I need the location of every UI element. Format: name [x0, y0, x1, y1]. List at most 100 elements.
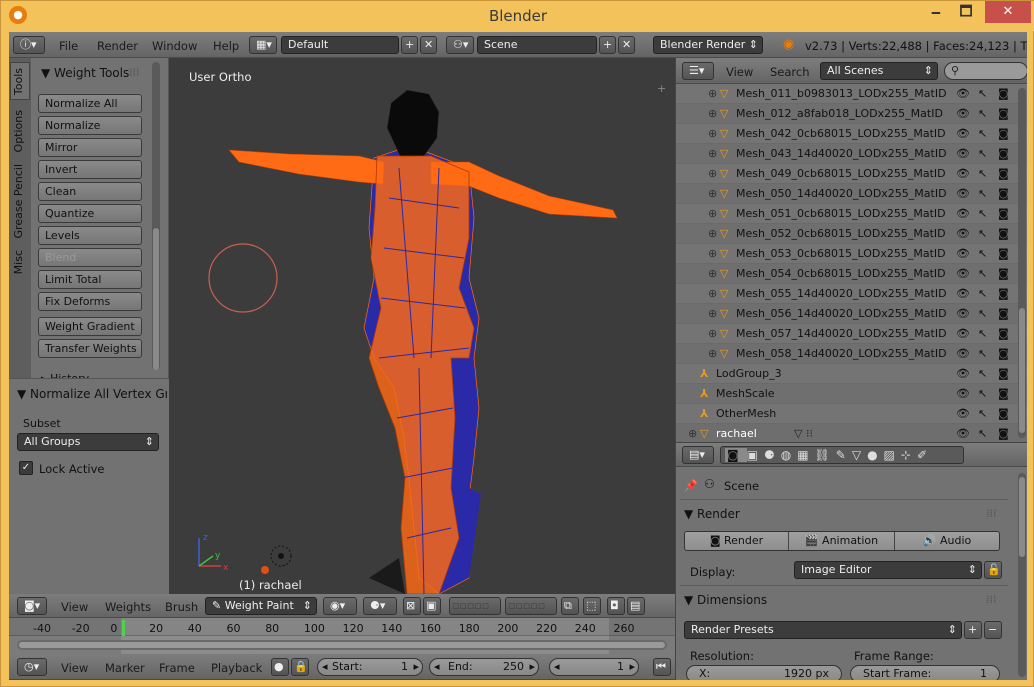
- cursor-icon[interactable]: ↖: [978, 404, 987, 424]
- menu-outliner-view[interactable]: View: [726, 65, 753, 79]
- add-preset-icon[interactable]: +: [964, 621, 982, 639]
- eye-icon[interactable]: 👁: [956, 424, 970, 442]
- render-region-icon[interactable]: ⬚: [583, 597, 601, 615]
- expand-icon[interactable]: ⊕: [708, 344, 717, 364]
- render-panel-title[interactable]: ▼ Render: [684, 507, 740, 521]
- outliner-row[interactable]: ⅄ OtherMesh 👁 ↖ ◙: [676, 404, 1027, 424]
- tool-button-fix-deforms[interactable]: Fix Deforms: [38, 292, 142, 311]
- editor-type-3d-icon[interactable]: ◙▾: [17, 597, 47, 615]
- eye-icon[interactable]: 👁: [956, 244, 970, 264]
- expand-icon[interactable]: ⊕: [708, 104, 717, 124]
- expand-icon[interactable]: ⊕: [708, 264, 717, 284]
- expand-icon[interactable]: ⊕: [708, 124, 717, 144]
- add-layout-icon[interactable]: +: [401, 36, 418, 54]
- eye-icon[interactable]: 👁: [956, 104, 970, 124]
- display-select[interactable]: Image Editor ⇕: [794, 561, 982, 579]
- camera-render-icon[interactable]: ◙: [998, 344, 1009, 364]
- cursor-icon[interactable]: ↖: [978, 324, 987, 344]
- cursor-icon[interactable]: ↖: [978, 144, 987, 164]
- eye-icon[interactable]: 👁: [956, 224, 970, 244]
- start-frame-field[interactable]: ◂ Start: 1 ▸: [317, 658, 423, 676]
- remove-scene-icon[interactable]: ✕: [618, 36, 635, 54]
- eye-icon[interactable]: 👁: [956, 204, 970, 224]
- menu-window[interactable]: Window: [152, 39, 197, 53]
- eye-icon[interactable]: 👁: [956, 164, 970, 184]
- editor-type-info-icon[interactable]: ⓘ▾: [13, 36, 45, 54]
- expand-icon[interactable]: ⊕: [708, 84, 717, 104]
- camera-render-icon[interactable]: ◙: [998, 84, 1009, 104]
- mode-select[interactable]: ✎ Weight Paint ⇕: [205, 597, 317, 615]
- eye-icon[interactable]: 👁: [956, 344, 970, 364]
- tool-button-quantize[interactable]: Quantize: [38, 204, 142, 223]
- tool-button-weight-gradient[interactable]: Weight Gradient: [38, 317, 142, 336]
- outliner-scrollbar[interactable]: [1018, 88, 1026, 438]
- start-frame-prop-field[interactable]: Start Frame: 1: [850, 665, 1000, 680]
- menu-help[interactable]: Help: [213, 39, 239, 53]
- tool-button-blend[interactable]: Blend: [38, 248, 142, 267]
- cursor-icon[interactable]: ↖: [978, 84, 987, 104]
- vertex-mask-icon[interactable]: ▣: [423, 597, 441, 615]
- opengl-render-icon[interactable]: ◘: [607, 597, 625, 615]
- subset-select[interactable]: All Groups ⇕: [17, 433, 159, 451]
- remove-preset-icon[interactable]: −: [984, 621, 1002, 639]
- menu-brush[interactable]: Brush: [165, 600, 198, 614]
- outliner-row[interactable]: ⊕ ▽ Mesh_052_0cb68015_LODx255_MatID 👁 ↖ ◙: [676, 224, 1027, 244]
- resolution-x-field[interactable]: X: 1920 px: [686, 665, 842, 680]
- shading-icon[interactable]: ◉▾: [323, 597, 357, 615]
- keying-icon[interactable]: 🔒: [291, 658, 309, 676]
- tab-tools[interactable]: Tools: [12, 68, 25, 95]
- camera-render-icon[interactable]: ◙: [998, 264, 1009, 284]
- display-mode-select[interactable]: All Scenes ⇕: [820, 62, 938, 80]
- drag-handle-icon[interactable]: ⁞⁞⁞: [986, 507, 997, 520]
- lock-active-checkbox[interactable]: ✓: [19, 461, 33, 475]
- layers-right-grid[interactable]: ▫▫▫▫▫: [505, 597, 557, 615]
- outliner-row[interactable]: ⊕ ▽ Mesh_043_14d40020_LODx255_MatID 👁 ↖ ◙: [676, 144, 1027, 164]
- expand-icon[interactable]: ⊕: [708, 304, 717, 324]
- menu-marker[interactable]: Marker: [105, 661, 145, 675]
- cursor-icon[interactable]: ↖: [978, 164, 987, 184]
- cursor-icon[interactable]: ↖: [978, 124, 987, 144]
- camera-render-icon[interactable]: ◙: [998, 284, 1009, 304]
- menu-playback[interactable]: Playback: [211, 661, 262, 675]
- cursor-icon[interactable]: ↖: [978, 264, 987, 284]
- eye-icon[interactable]: 👁: [956, 304, 970, 324]
- tool-button-transfer-weights[interactable]: Transfer Weights: [38, 339, 142, 358]
- expand-icon[interactable]: ⊕: [708, 284, 717, 304]
- cursor-icon[interactable]: ↖: [978, 424, 987, 442]
- tool-button-normalize-all[interactable]: Normalize All: [38, 94, 142, 113]
- timeline-scrollbar[interactable]: [17, 640, 667, 650]
- tab-options[interactable]: Options: [12, 110, 25, 152]
- render-button[interactable]: ◙ Render: [685, 532, 789, 550]
- expand-icon[interactable]: ⊕: [708, 164, 717, 184]
- layout-select[interactable]: Default: [281, 36, 399, 54]
- pin-icon[interactable]: 📌: [684, 479, 698, 492]
- audio-button[interactable]: 🔊 Audio: [895, 532, 999, 550]
- expand-icon[interactable]: ⊕: [708, 224, 717, 244]
- camera-render-icon[interactable]: ◙: [998, 124, 1009, 144]
- face-mask-icon[interactable]: ⊠: [403, 597, 421, 615]
- outliner-row[interactable]: ⊕ ▽ Mesh_054_0cb68015_LODx255_MatID 👁 ↖ ◙: [676, 264, 1027, 284]
- camera-render-icon[interactable]: ◙: [998, 324, 1009, 344]
- dimensions-panel-title[interactable]: ▼ Dimensions: [684, 593, 767, 607]
- scene-icon[interactable]: ⚇▾: [446, 36, 474, 54]
- menu-file[interactable]: File: [59, 39, 78, 53]
- add-scene-icon[interactable]: +: [599, 36, 616, 54]
- expand-icon[interactable]: ⊕: [708, 204, 717, 224]
- current-frame-field[interactable]: ◂ 1 ▸: [549, 658, 639, 676]
- camera-render-icon[interactable]: ◙: [998, 384, 1009, 404]
- normalize-all-panel-title[interactable]: ▼ Normalize All Vertex Gr: [17, 387, 167, 401]
- layers-left-grid[interactable]: ▫▫▫▫▫: [449, 597, 501, 615]
- camera-render-icon[interactable]: ◙: [998, 164, 1009, 184]
- camera-render-icon[interactable]: ◙: [998, 204, 1009, 224]
- cursor-icon[interactable]: ↖: [978, 284, 987, 304]
- remove-layout-icon[interactable]: ✕: [420, 36, 437, 54]
- lock-layers-icon[interactable]: ⧉: [561, 597, 579, 615]
- layout-icon[interactable]: ▦▾: [249, 36, 277, 54]
- cursor-icon[interactable]: ↖: [978, 344, 987, 364]
- pivot-icon[interactable]: ⚈▾: [363, 597, 397, 615]
- weight-tools-panel-title[interactable]: ▼ Weight Tools: [41, 66, 129, 80]
- tab-grease-pencil[interactable]: Grease Pencil: [12, 164, 25, 238]
- camera-render-icon[interactable]: ◙: [998, 244, 1009, 264]
- tool-button-invert[interactable]: Invert: [38, 160, 142, 179]
- eye-icon[interactable]: 👁: [956, 184, 970, 204]
